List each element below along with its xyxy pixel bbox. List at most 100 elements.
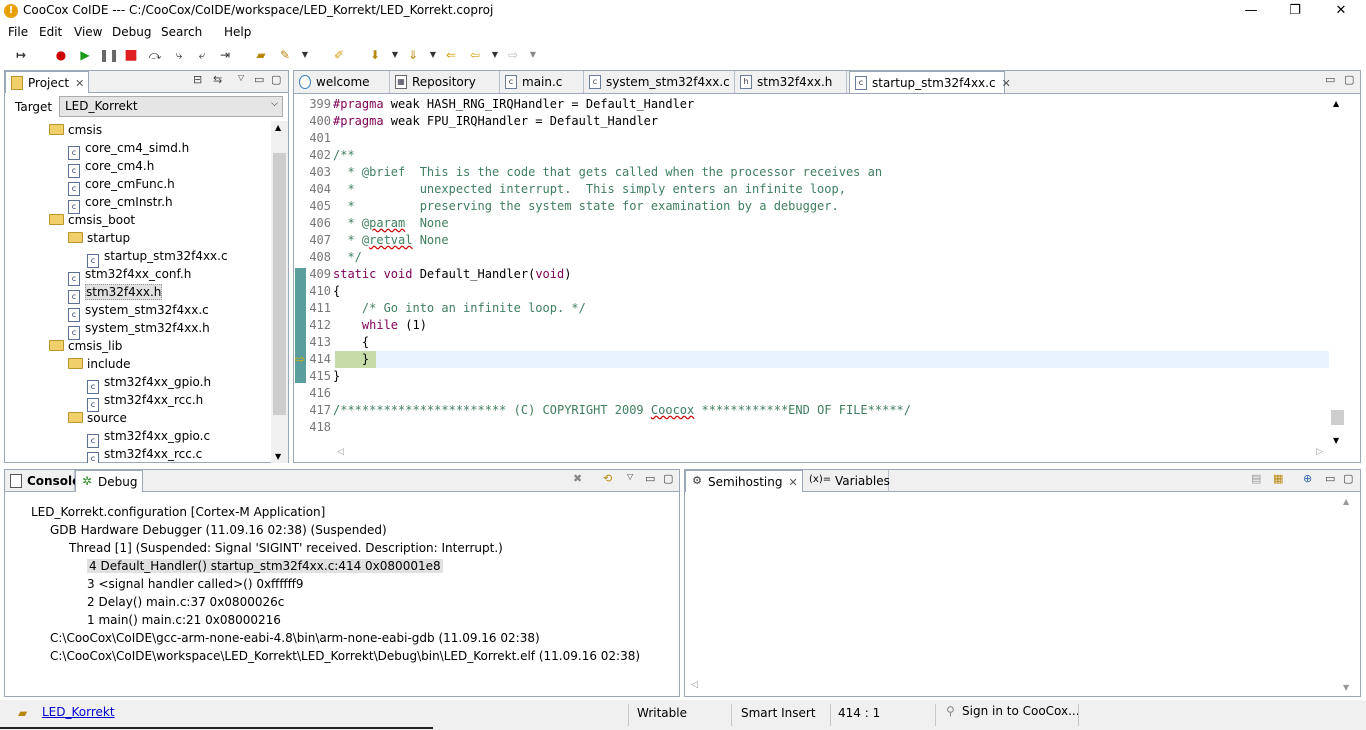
editor-scrollbar-v[interactable]: ▲ ▼	[1329, 95, 1346, 447]
code-line[interactable]: 405 * preserving the system state for ex…	[297, 198, 1331, 215]
tab-main-c[interactable]: c main.c	[500, 71, 584, 93]
debug-tree-item[interactable]: C:\CooCox\CoIDE\gcc-arm-none-eabi-4.8\bi…	[50, 629, 540, 647]
debug-tree-item[interactable]: 2 Delay() main.c:37 0x0800026c	[87, 593, 284, 611]
code-line[interactable]: 417/*********************** (C) COPYRIGH…	[297, 402, 1331, 419]
code-line[interactable]: 413 {	[297, 334, 1331, 351]
view-menu-icon[interactable]: ▽	[627, 472, 633, 481]
clean-icon[interactable]: ✐	[330, 46, 348, 64]
step-into-func-icon[interactable]: ⤷	[170, 46, 188, 64]
tree-file[interactable]: c core_cm4_simd.h	[68, 139, 189, 160]
menu-edit[interactable]: Edit	[39, 25, 62, 39]
close-button[interactable]: ✕	[1318, 0, 1364, 22]
code-line[interactable]: 406 * @param None	[297, 215, 1331, 232]
scroll-down-icon[interactable]: ▼	[1333, 436, 1339, 445]
code-line[interactable]: 407 * @retval None	[297, 232, 1331, 249]
tab-startup-stm32f4xx-c[interactable]: c startup_stm32f4xx.c ✕	[849, 71, 1011, 93]
scroll-up-icon[interactable]: ▲	[1333, 99, 1339, 108]
minimize-icon[interactable]: ▭	[1325, 472, 1335, 485]
debug-tree-item[interactable]: Thread [1] (Suspended: Signal 'SIGINT' r…	[69, 539, 503, 557]
remove-all-icon[interactable]: ✖	[573, 472, 582, 485]
target-select[interactable]: LED_Korrekt ⌵	[59, 96, 283, 117]
debug-tree-item[interactable]: C:\CooCox\CoIDE\workspace\LED_Korrekt\LE…	[50, 647, 640, 665]
chevron-down-icon[interactable]: ▼	[486, 46, 504, 64]
tree-file[interactable]: c stm32f4xx_rcc.h	[87, 391, 203, 412]
scroll-left-icon[interactable]: ◁	[691, 680, 698, 690]
tree-file[interactable]: c startup_stm32f4xx.c	[87, 247, 228, 268]
code-line[interactable]: 401	[297, 130, 1331, 147]
last-edit-icon[interactable]: ⇐	[442, 46, 460, 64]
code-line[interactable]: 411 /* Go into an infinite loop. */	[297, 300, 1331, 317]
stop-icon[interactable]: ■	[122, 46, 140, 64]
chevron-down-icon[interactable]: ▼	[386, 46, 404, 64]
code-line[interactable]: 410{	[297, 283, 1331, 300]
run-icon[interactable]: ▶	[76, 46, 94, 64]
scroll-left-icon[interactable]: ◁	[337, 447, 344, 457]
minimize-icon[interactable]: ▭	[254, 73, 264, 86]
code-editor[interactable]: 399 #pragma weak HASH_RNG_IRQHandler = De…	[297, 96, 1331, 448]
scroll-thumb[interactable]	[1331, 410, 1344, 425]
debug-tree-item[interactable]: 1 main() main.c:21 0x08000216	[87, 611, 281, 629]
step-return-icon[interactable]: ⇥	[216, 46, 234, 64]
refresh-icon[interactable]: ⟲	[603, 472, 612, 485]
tree-file[interactable]: c stm32f4xx_gpio.c	[87, 427, 210, 448]
tab-variables[interactable]: (x)= Variables	[803, 470, 890, 492]
clear-console-icon[interactable]: ▤	[1251, 472, 1261, 485]
code-line[interactable]: 409 static void Default_Handler(void)	[297, 266, 1331, 283]
display-console-icon[interactable]: ⊕	[1303, 472, 1312, 485]
tab-welcome[interactable]: welcome	[294, 71, 390, 93]
code-line[interactable]: 412 while (1)	[297, 317, 1331, 334]
menu-debug[interactable]: Debug	[112, 25, 151, 39]
tree-file[interactable]: c system_stm32f4xx.c	[68, 301, 209, 322]
tree-folder[interactable]: cmsis_boot	[49, 211, 135, 229]
minimize-icon[interactable]: ▭	[1325, 73, 1335, 86]
debug-tree-item[interactable]: 3 <signal handler called>() 0xffffff9	[87, 575, 304, 593]
code-line[interactable]: 408 */	[297, 249, 1331, 266]
scroll-down-icon[interactable]: ▼	[1343, 683, 1349, 692]
link-editor-icon[interactable]: ⇆	[213, 73, 222, 86]
chevron-down-icon[interactable]: ▼	[296, 46, 314, 64]
build-icon[interactable]: ✎	[276, 46, 294, 64]
step-over-icon[interactable]: ⤼	[146, 46, 164, 64]
menu-search[interactable]: Search	[161, 25, 202, 39]
open-folder-icon[interactable]: ▰	[252, 46, 270, 64]
tree-folder[interactable]: include	[68, 355, 130, 373]
tab-semihosting[interactable]: ⚙ Semihosting ✕	[685, 470, 803, 492]
tab-debug[interactable]: ✲ Debug	[75, 470, 143, 492]
tree-folder[interactable]: cmsis	[49, 121, 102, 139]
view-menu-icon[interactable]: ▽	[238, 73, 244, 82]
download-icon[interactable]: ⬇	[366, 46, 384, 64]
tree-file[interactable]: c core_cmInstr.h	[68, 193, 173, 214]
scroll-right-icon[interactable]: ▷	[1316, 447, 1323, 457]
maximize-icon[interactable]: ▢	[663, 472, 673, 485]
collapse-all-icon[interactable]: ⊟	[193, 73, 202, 86]
tab-console[interactable]: Console	[5, 470, 80, 492]
code-line[interactable]: 404 * unexpected interrupt. This simply …	[297, 181, 1331, 198]
step-into-icon[interactable]: ↦	[12, 46, 30, 64]
scroll-lock-icon[interactable]: ▦	[1273, 472, 1283, 485]
debug-tree-item[interactable]: GDB Hardware Debugger (11.09.16 02:38) (…	[50, 521, 387, 539]
tree-file[interactable]: c stm32f4xx_gpio.h	[87, 373, 211, 394]
semihosting-hscroll[interactable]: ◁	[685, 680, 1339, 696]
chevron-down-icon[interactable]: ▼	[524, 46, 542, 64]
project-link[interactable]: LED_Korrekt	[42, 705, 115, 719]
tab-project[interactable]: Project ✕	[5, 71, 89, 93]
tree-folder[interactable]: startup	[68, 229, 130, 247]
flash-icon[interactable]: ⇓	[404, 46, 422, 64]
tab-system-stm32f4xx-c[interactable]: c system_stm32f4xx.c	[584, 71, 735, 93]
scroll-down-icon[interactable]: ▼	[275, 452, 281, 461]
code-line[interactable]: 414 }	[297, 351, 1331, 368]
minimize-button[interactable]: —	[1228, 0, 1274, 22]
signin-link[interactable]: Sign in to CooCox...	[962, 704, 1080, 718]
tree-file[interactable]: c system_stm32f4xx.h	[68, 319, 210, 340]
maximize-button[interactable]: ❐	[1272, 0, 1318, 22]
minimize-icon[interactable]: ▭	[645, 472, 655, 485]
scroll-thumb[interactable]	[273, 153, 286, 415]
semihosting-scrollbar[interactable]: ▲ ▼	[1339, 494, 1356, 696]
tree-file[interactable]: c core_cm4.h	[68, 157, 154, 178]
tree-folder[interactable]: cmsis_lib	[49, 337, 122, 355]
maximize-icon[interactable]: ▢	[1344, 73, 1354, 86]
debug-icon[interactable]: ●	[52, 46, 70, 64]
code-line[interactable]: 416	[297, 385, 1331, 402]
scroll-up-icon[interactable]: ▲	[1343, 497, 1349, 506]
code-line[interactable]: 415}	[297, 368, 1331, 385]
